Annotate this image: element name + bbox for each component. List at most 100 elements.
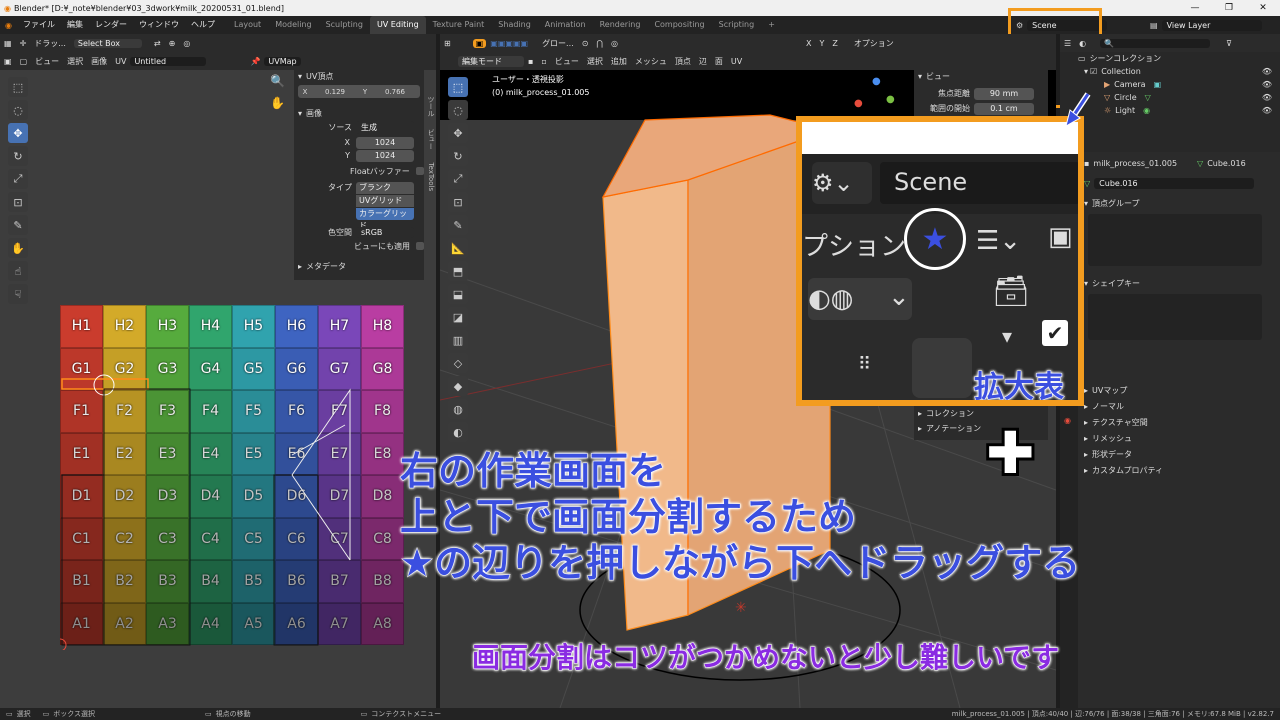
blender-menu-icon[interactable]: ◉ xyxy=(0,21,17,30)
float-buffer-checkbox[interactable] xyxy=(415,167,424,175)
tab-uv-editing[interactable]: UV Editing xyxy=(369,16,426,34)
vp-menu-view[interactable]: ビュー xyxy=(551,56,583,67)
menu-edit[interactable]: 編集 xyxy=(61,16,89,34)
colorspace-dropdown[interactable]: sRGB xyxy=(356,226,414,238)
annotate-tool-icon[interactable]: ✎ xyxy=(8,215,28,235)
section-custom-props[interactable]: ▸ カスタムプロパティ xyxy=(1084,462,1163,478)
pinch-tool-icon[interactable]: ☟ xyxy=(8,284,28,304)
eye-icon[interactable]: 👁 xyxy=(1262,67,1272,76)
viewport-editor-icon[interactable]: ⊞ xyxy=(440,39,455,48)
outliner-item-camera[interactable]: ▶ Camera ▣ 👁 xyxy=(1060,78,1280,91)
tab-scripting[interactable]: Scripting xyxy=(712,16,762,34)
view-as-checkbox[interactable] xyxy=(416,242,424,250)
vp-spin-tool-icon[interactable]: ◍ xyxy=(448,399,468,419)
filter-icon[interactable]: ⊽ xyxy=(1222,39,1236,48)
view-layer-selector[interactable]: ▤ View Layer xyxy=(1150,18,1262,32)
editor-type-icon[interactable]: ▦ xyxy=(0,39,16,48)
uvmap-selector[interactable]: UVMap xyxy=(264,56,301,66)
clip-field[interactable]: 0.1 cm xyxy=(974,102,1034,115)
tab-compositing[interactable]: Compositing xyxy=(647,16,711,34)
uv-menu-select[interactable]: 選択 xyxy=(63,56,87,67)
section-geometry-data[interactable]: ▸ 形状データ xyxy=(1084,446,1163,462)
vp-measure-tool-icon[interactable]: 📐 xyxy=(448,238,468,258)
vp-annotate-tool-icon[interactable]: ✎ xyxy=(448,215,468,235)
gizmo-y-icon[interactable]: ● xyxy=(886,94,895,105)
vp-transform-tool-icon[interactable]: ⊡ xyxy=(448,192,468,212)
vertex-select-icon[interactable]: ▣ xyxy=(0,57,16,66)
menu-render[interactable]: レンダー xyxy=(89,16,133,34)
vp-menu-select[interactable]: 選択 xyxy=(583,56,607,67)
uv-vertex-panel-header[interactable]: ▾ UV頂点 xyxy=(294,70,424,83)
vertex-groups-list[interactable] xyxy=(1088,214,1262,266)
snap-magnet-icon[interactable]: ⋂ xyxy=(592,39,607,48)
snap-icon[interactable]: ⊕ xyxy=(165,39,180,48)
move-tool-icon[interactable]: ✥ xyxy=(8,123,28,143)
uv-menu-image[interactable]: 画像 xyxy=(87,56,111,67)
menu-help[interactable]: ヘルプ xyxy=(185,16,221,34)
vp-select-tool-icon[interactable]: ⬚ xyxy=(448,77,468,97)
vp-move-tool-icon[interactable]: ✥ xyxy=(448,123,468,143)
type-blank[interactable]: ブランク xyxy=(356,182,414,194)
mesh-data-field[interactable]: Cube.016 xyxy=(1094,177,1255,189)
mode-dropdown[interactable]: 編集モード xyxy=(458,55,524,67)
vp-menu-vertex[interactable]: 頂点 xyxy=(671,56,695,67)
tab-texture-paint[interactable]: Texture Paint xyxy=(426,16,492,34)
tab-sculpting[interactable]: Sculpting xyxy=(319,16,370,34)
maximize-button[interactable]: ❐ xyxy=(1212,0,1246,16)
vp-inset-tool-icon[interactable]: ⬓ xyxy=(448,284,468,304)
vp-bevel-tool-icon[interactable]: ◪ xyxy=(448,307,468,327)
vp-rotate-tool-icon[interactable]: ↻ xyxy=(448,146,468,166)
menu-window[interactable]: ウィンドウ xyxy=(133,16,185,34)
uv-menu-uv[interactable]: UV xyxy=(111,57,130,66)
eye-icon[interactable]: 👁 xyxy=(1262,80,1272,89)
vp-menu-uv[interactable]: UV xyxy=(727,57,746,66)
select-tool-icon[interactable]: ⬚ xyxy=(8,77,28,97)
relax-tool-icon[interactable]: ☝ xyxy=(8,261,28,281)
outliner-mode-icon[interactable]: ◐ xyxy=(1075,39,1090,48)
scale-tool-icon[interactable]: ⤢ xyxy=(8,169,28,189)
mirror-x[interactable]: X xyxy=(802,39,815,48)
shape-keys-header[interactable]: ▾ シェイプキー xyxy=(1084,276,1140,290)
vertex-groups-header[interactable]: ▾ 頂点グループ xyxy=(1084,196,1140,210)
type-color-grid[interactable]: カラーグリッド xyxy=(356,208,414,230)
outliner-editor-icon[interactable]: ☰ xyxy=(1060,39,1075,48)
vp-menu-add[interactable]: 追加 xyxy=(607,56,631,67)
checkbox-icon[interactable]: ☑ xyxy=(1090,67,1097,76)
pivot-icon[interactable]: ⊙ xyxy=(578,39,593,48)
outliner-scene-collection[interactable]: ▭ シーンコレクション xyxy=(1060,52,1280,65)
uv-x-field[interactable]: 0.129 xyxy=(312,88,358,96)
focal-field[interactable]: 90 mm xyxy=(974,87,1034,100)
tab-layout[interactable]: Layout xyxy=(227,16,268,34)
tab-shading[interactable]: Shading xyxy=(491,16,538,34)
eye-icon[interactable]: 👁 xyxy=(1262,106,1272,115)
vp-menu-edge[interactable]: 辺 xyxy=(695,56,711,67)
side-tab-textools[interactable]: TexTools xyxy=(427,162,435,191)
metadata-panel-header[interactable]: ▸ メタデータ xyxy=(294,259,424,273)
close-button[interactable]: ✕ xyxy=(1246,0,1280,16)
vp-loopcut-tool-icon[interactable]: ▥ xyxy=(448,330,468,350)
rotate-tool-icon[interactable]: ↻ xyxy=(8,146,28,166)
gizmo-z-icon[interactable]: ● xyxy=(872,76,881,87)
vp-cursor-tool-icon[interactable]: ◌ xyxy=(448,100,468,120)
select-tool-button[interactable]: ▣ xyxy=(472,38,487,48)
image-selector[interactable]: Untitled xyxy=(130,56,207,66)
grab-tool-icon[interactable]: ✋ xyxy=(8,238,28,258)
vertex-mode-icon[interactable]: ▪ xyxy=(524,57,537,66)
pin-icon[interactable]: 📌 xyxy=(246,57,264,66)
type-uv-grid[interactable]: UVグリッド xyxy=(356,195,414,207)
transform-orientation[interactable]: グロー... xyxy=(538,38,578,49)
n-view-header[interactable]: ▾ ビュー xyxy=(914,70,1048,83)
tab-rendering[interactable]: Rendering xyxy=(593,16,648,34)
source-dropdown[interactable]: 生成 xyxy=(356,120,414,134)
zoom-icon[interactable]: 🔍 xyxy=(270,74,285,88)
vp-menu-face[interactable]: 面 xyxy=(711,56,727,67)
mode-icons[interactable]: ▣▣▣▣▣ xyxy=(486,39,532,48)
proportional-icon[interactable]: ◎ xyxy=(179,39,194,48)
gizmo-x-icon[interactable]: ● xyxy=(854,98,863,109)
tab-animation[interactable]: Animation xyxy=(538,16,593,34)
vp-smooth-tool-icon[interactable]: ◐ xyxy=(448,422,468,442)
view-layer-name[interactable]: View Layer xyxy=(1161,19,1262,31)
edge-select-icon[interactable]: ▢ xyxy=(16,57,32,66)
vp-menu-mesh[interactable]: メッシュ xyxy=(631,56,671,67)
vp-extrude-tool-icon[interactable]: ⬒ xyxy=(448,261,468,281)
